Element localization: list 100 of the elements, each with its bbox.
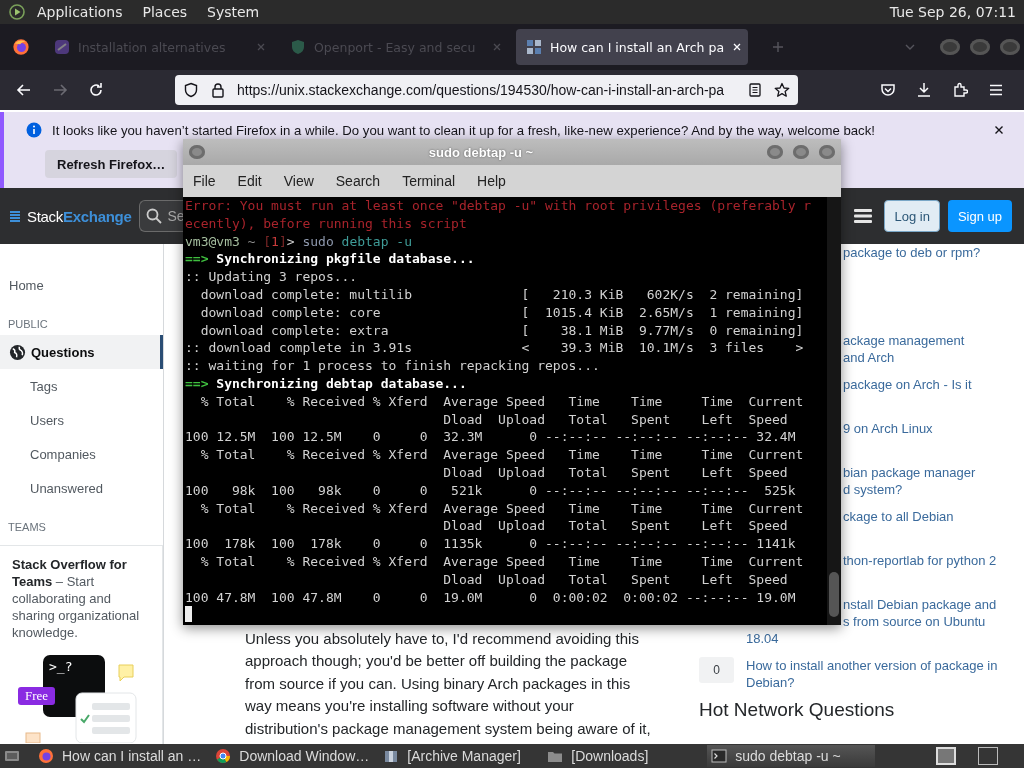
terminal-line: download complete: extra [ 38.1 MiB 9.77M/s 0 remaining] — [199, 321, 805, 340]
close-icon[interactable] — [994, 125, 1004, 135]
panel-menu[interactable]: Applications — [37, 4, 123, 20]
panel-menu[interactable]: System — [207, 4, 260, 20]
notification-message: It looks like you haven’t started Firefox in a while. Do you want to clean it up for a fresh, like-new experience? And by the way, welcome back! — [52, 122, 875, 138]
address-bar[interactable]: https://unix.stackexchange.com/questions/194530/how-can-i-install-an-arch-pa — [175, 75, 798, 105]
menu-item[interactable]: Search — [335, 173, 381, 189]
close-button[interactable] — [1000, 39, 1020, 55]
terminal-line: 100 178k 100 178k 0 0 1135k 0 --:--:-- --:--:-- --:--:-- 1141k — [185, 535, 797, 553]
reload-icon[interactable] — [88, 82, 104, 98]
minimize-button[interactable] — [940, 39, 960, 55]
clock[interactable]: Tue Sep 26, 07:11 — [889, 4, 1018, 20]
window-title: sudo debtap -u ~ — [427, 144, 535, 160]
new-tab-icon[interactable] — [772, 41, 784, 53]
related-question-link[interactable]: ackage management — [843, 332, 965, 349]
lock-icon[interactable] — [210, 82, 226, 98]
menu-item[interactable]: Help — [477, 173, 506, 189]
terminal-icon — [711, 748, 728, 764]
terminal-line: % Total % Received % Xferd Average Speed Time Time Time Current — [199, 499, 805, 518]
browser-tab[interactable]: How can I install an Arch pa — [516, 29, 748, 65]
teams-promo-text: Stack Overflow for Teams – Start collaborating and sharing organizational knowledge. — [12, 556, 141, 641]
related-question-link[interactable]: How to install another version of package in — [746, 657, 998, 674]
scrollbar[interactable] — [827, 197, 841, 625]
site-icon — [54, 39, 70, 55]
terminal-line: Dload Upload Total Spent Left Speed — [442, 517, 789, 536]
related-question-link[interactable]: 9 on Arch Linux — [843, 420, 933, 437]
taskbar-item[interactable]: [Downloads] — [543, 745, 702, 767]
sidebar-item[interactable]: Users — [0, 403, 163, 437]
related-question-link[interactable]: Debian? — [746, 674, 998, 691]
site-switcher-icon[interactable] — [854, 208, 873, 224]
distro-logo-icon[interactable] — [9, 4, 25, 20]
related-question-link[interactable]: and Arch — [843, 349, 965, 366]
vote-count: 0 — [699, 657, 734, 683]
shield-icon[interactable] — [183, 82, 199, 98]
menu-item[interactable]: Terminal — [402, 173, 456, 189]
taskbar-item[interactable]: Download Window… — [211, 745, 374, 767]
terminal-line: 100 47.8M 100 47.8M 0 0 19.0M 0 0:00:02 0:00:02 --:--:-- 19.0M — [185, 588, 797, 607]
close-button[interactable] — [819, 145, 835, 159]
terminal-line: ecently), before running this script — [185, 214, 468, 233]
prompt-text: >_? — [49, 659, 73, 674]
related-question-link[interactable]: ckage to all Debian — [843, 508, 954, 525]
taskbar-item[interactable]: How can I install an … — [34, 745, 206, 767]
minimize-button[interactable] — [767, 145, 783, 159]
related-question-link[interactable]: bian package manager — [843, 464, 976, 481]
related-question-link[interactable]: s from source on Ubuntu — [843, 613, 997, 630]
menu-item[interactable]: View — [283, 173, 314, 189]
maximize-button[interactable] — [970, 39, 990, 55]
workspace-switcher[interactable] — [978, 747, 998, 765]
reader-view-icon[interactable] — [747, 82, 763, 98]
workspace-switcher[interactable] — [936, 747, 956, 765]
terminal-line: % Total % Received % Xferd Average Speed Time Time Time Current — [199, 552, 805, 571]
terminal-line: Dload Upload Total Spent Left Speed — [442, 410, 789, 429]
related-question-link[interactable]: package on Arch - Is it — [843, 376, 972, 393]
log-in-button[interactable]: Log in — [884, 200, 940, 232]
back-icon[interactable] — [16, 82, 32, 98]
refresh-firefox-button[interactable]: Refresh Firefox… — [45, 150, 178, 178]
terminal-line: % Total % Received % Xferd Average Speed Time Time Time Current — [199, 446, 805, 464]
free-badge: Free — [18, 687, 56, 705]
globe-icon — [9, 343, 26, 361]
star-icon[interactable] — [774, 82, 790, 98]
menu-item[interactable]: Edit — [237, 173, 262, 189]
info-icon — [26, 122, 42, 138]
taskbar-item[interactable]: [Archive Manager] — [379, 745, 538, 767]
related-question-link[interactable]: thon-reportlab for python 2 — [843, 552, 997, 569]
site-logo[interactable]: Stack — [27, 207, 63, 225]
terminal-line: 100 12.5M 100 12.5M 0 0 32.3M 0 --:--:-- --:--:-- --:--:-- 32.4M — [185, 428, 797, 447]
related-question-link[interactable]: d system? — [843, 481, 976, 498]
taskbar-item[interactable]: sudo debtap -u ~ — [707, 745, 876, 767]
related-question-link[interactable]: 18.04 — [746, 630, 997, 647]
site-logo[interactable]: Exchange — [63, 207, 132, 225]
terminal-line: :: waiting for 1 process to finish repacking repos... — [185, 357, 601, 375]
terminal-line: 100 98k 100 98k 0 0 521k 0 --:--:-- --:--:-- --:--:-- 525k — [185, 481, 797, 500]
menu-item[interactable]: File — [193, 173, 216, 189]
sidebar-heading: PUBLIC — [7, 317, 49, 332]
related-question-link[interactable]: nstall Debian package and — [843, 596, 997, 613]
shield-icon — [290, 39, 306, 55]
search-field[interactable]: Se — [139, 200, 186, 232]
terminal-line: ==> Synchronizing debtap database... — [185, 374, 468, 393]
terminal-line: download complete: core [ 1015.4 KiB 2.65M/s 1 remaining] — [199, 303, 805, 322]
sidebar-item[interactable]: Companies — [0, 437, 163, 471]
show-desktop-icon[interactable] — [4, 748, 20, 764]
sidebar-item[interactable]: Questions — [0, 335, 163, 369]
browser-logo-icon — [38, 748, 54, 764]
maximize-button[interactable] — [793, 145, 809, 159]
panel-menu[interactable]: Places — [142, 4, 188, 20]
close-icon[interactable] — [732, 42, 743, 52]
terminal-line: Dload Upload Total Spent Left Speed — [442, 463, 789, 482]
terminal-line: download complete: multilib [ 210.3 KiB 602K/s 2 remaining] — [199, 286, 805, 304]
download-icon[interactable] — [916, 82, 932, 98]
puzzle-icon[interactable] — [952, 82, 968, 98]
browser-logo-icon — [12, 38, 30, 56]
pocket-icon[interactable] — [880, 82, 896, 98]
window-menu-button[interactable] — [189, 145, 205, 159]
menu-icon[interactable] — [988, 82, 1004, 98]
sidebar-item[interactable]: Tags — [0, 369, 163, 403]
sidebar-item[interactable]: Home — [0, 268, 163, 302]
related-question-link[interactable]: package to deb or rpm? — [843, 244, 981, 261]
sidebar-item[interactable]: Unanswered — [0, 471, 163, 505]
terminal-line: vm3@vm3 ~ [1]> sudo debtap -u — [185, 232, 413, 251]
section-heading: Hot Network Questions — [699, 699, 896, 721]
